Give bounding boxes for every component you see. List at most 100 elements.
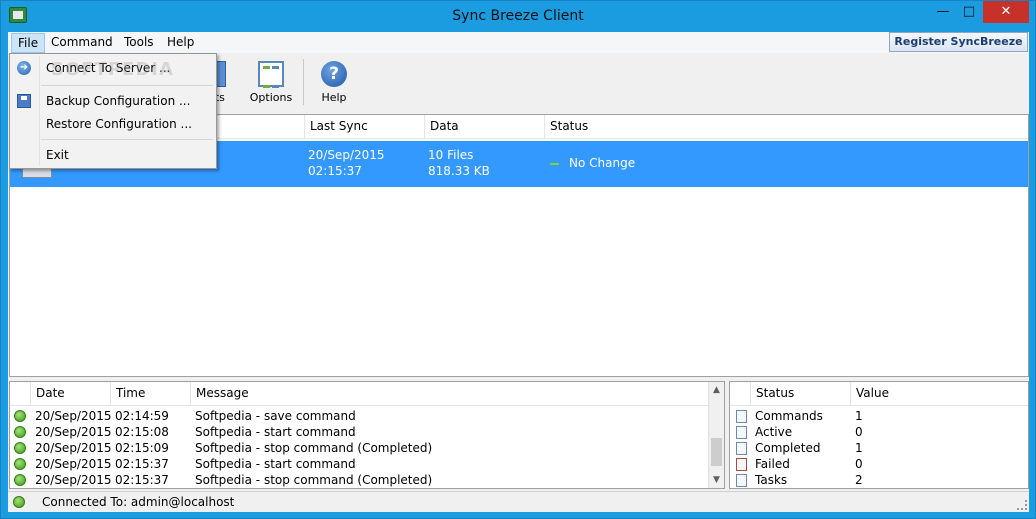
menu-file[interactable]: File: [11, 33, 46, 53]
column-time[interactable]: Time: [110, 382, 190, 405]
log-date: 20/Sep/2015: [35, 473, 112, 487]
save-icon: [17, 94, 31, 108]
window-title: Sync Breeze Client: [452, 8, 584, 24]
tasks-icon: [736, 474, 747, 487]
command-status: No Change: [569, 156, 636, 170]
column-status-name[interactable]: Status: [750, 382, 850, 405]
success-icon: [14, 426, 26, 438]
log-message: Softpedia - stop command (Completed): [195, 473, 433, 487]
column-last-sync[interactable]: Last Sync: [304, 115, 424, 138]
log-row[interactable]: 20/Sep/2015 02:15:37 Softpedia - stop co…: [10, 472, 710, 488]
data-size: 818.33 KB: [428, 164, 490, 178]
log-scrollbar[interactable]: ▲ ▼: [708, 382, 724, 488]
column-message[interactable]: Message: [190, 382, 710, 405]
exit-label: Exit: [46, 148, 69, 162]
data-files: 10 Files: [428, 148, 474, 162]
active-icon: [736, 426, 747, 439]
menu-bar: File Command Tools Help Register SyncBre…: [8, 32, 1029, 53]
log-message: Softpedia - save command: [195, 409, 356, 423]
restore-configuration-item[interactable]: Restore Configuration ...: [12, 113, 214, 135]
last-sync-time: 02:15:37: [308, 164, 362, 178]
completed-icon: [736, 442, 747, 455]
status-row[interactable]: Failed 0: [730, 456, 1028, 472]
log-message: Softpedia - stop command (Completed): [195, 441, 433, 455]
log-list[interactable]: Date Time Message 20/Sep/2015 02:14:59 S…: [9, 381, 725, 489]
status-row[interactable]: Tasks 2: [730, 472, 1028, 488]
log-row[interactable]: 20/Sep/2015 02:14:59 Softpedia - save co…: [10, 408, 710, 424]
help-button[interactable]: ? Help: [305, 56, 363, 110]
status-header: Status Value: [730, 382, 1028, 406]
status-row[interactable]: Commands 1: [730, 408, 1028, 424]
close-button[interactable]: ✕: [983, 1, 1029, 23]
status-value: 0: [855, 457, 863, 471]
scroll-up-icon[interactable]: ▲: [709, 382, 724, 398]
log-date: 20/Sep/2015: [35, 409, 112, 423]
status-name: Active: [755, 425, 793, 439]
column-value[interactable]: Value: [850, 382, 1028, 405]
menu-separator: [41, 139, 213, 140]
column-data[interactable]: Data: [424, 115, 544, 138]
no-change-icon: [550, 163, 559, 165]
scroll-thumb[interactable]: [711, 438, 722, 466]
status-name: Commands: [755, 409, 823, 423]
restore-configuration-label: Restore Configuration ...: [46, 117, 192, 131]
toolbar-separator: [303, 59, 304, 105]
status-value: 0: [855, 425, 863, 439]
connection-status-text: Connected To: admin@localhost: [42, 495, 235, 509]
maximize-button[interactable]: □: [956, 1, 982, 23]
minimize-button[interactable]: —: [930, 1, 956, 23]
success-icon: [14, 410, 26, 422]
log-time: 02:15:37: [115, 473, 169, 487]
help-label: Help: [321, 91, 347, 104]
log-header: Date Time Message: [10, 382, 724, 406]
log-date: 20/Sep/2015: [35, 441, 112, 455]
status-list[interactable]: Status Value Commands 1 Active 0 Complet…: [729, 381, 1029, 489]
menu-separator: [41, 85, 213, 86]
failed-icon: [736, 458, 747, 471]
log-message: Softpedia - start command: [195, 457, 356, 471]
connection-status-icon: [13, 496, 25, 508]
log-time: 02:14:59: [115, 409, 169, 423]
success-icon: [14, 458, 26, 470]
status-row[interactable]: Completed 1: [730, 440, 1028, 456]
options-button[interactable]: Options: [242, 56, 300, 110]
options-label: Options: [249, 91, 293, 104]
status-row[interactable]: Active 0: [730, 424, 1028, 440]
title-bar[interactable]: Sync Breeze Client — □ ✕: [1, 1, 1035, 32]
log-date: 20/Sep/2015: [35, 457, 112, 471]
menu-help[interactable]: Help: [161, 33, 200, 53]
status-value: 1: [855, 441, 863, 455]
log-row[interactable]: 20/Sep/2015 02:15:37 Softpedia - start c…: [10, 456, 710, 472]
options-icon: [258, 61, 284, 88]
column-date[interactable]: Date: [30, 382, 110, 405]
watermark: SOFTPEDIA: [51, 59, 174, 80]
app-window: Sync Breeze Client — □ ✕ File Command To…: [0, 0, 1036, 519]
log-time: 02:15:08: [115, 425, 169, 439]
backup-configuration-item[interactable]: Backup Configuration ...: [12, 90, 214, 112]
status-name: Failed: [755, 457, 790, 471]
status-value: 1: [855, 409, 863, 423]
register-button[interactable]: Register SyncBreeze: [889, 32, 1028, 52]
log-message: Softpedia - start command: [195, 425, 356, 439]
log-date: 20/Sep/2015: [35, 425, 112, 439]
commands-icon: [736, 410, 747, 423]
connect-icon: ➜: [17, 61, 31, 75]
help-icon: ?: [321, 61, 347, 87]
success-icon: [14, 442, 26, 454]
menu-tools[interactable]: Tools: [118, 33, 160, 53]
status-value: 2: [855, 473, 863, 487]
success-icon: [14, 474, 26, 486]
log-row[interactable]: 20/Sep/2015 02:15:09 Softpedia - stop co…: [10, 440, 710, 456]
log-time: 02:15:09: [115, 441, 169, 455]
last-sync-date: 20/Sep/2015: [308, 148, 385, 162]
column-status[interactable]: Status: [544, 115, 1028, 138]
log-row[interactable]: 20/Sep/2015 02:15:08 Softpedia - start c…: [10, 424, 710, 440]
status-name: Completed: [755, 441, 821, 455]
status-name: Tasks: [755, 473, 788, 487]
menu-command[interactable]: Command: [45, 33, 119, 53]
log-time: 02:15:37: [115, 457, 169, 471]
exit-item[interactable]: Exit: [12, 144, 214, 166]
scroll-down-icon[interactable]: ▼: [709, 472, 724, 488]
status-bar: Connected To: admin@localhost: [8, 491, 1029, 512]
resize-grip-icon[interactable]: [1017, 500, 1027, 510]
